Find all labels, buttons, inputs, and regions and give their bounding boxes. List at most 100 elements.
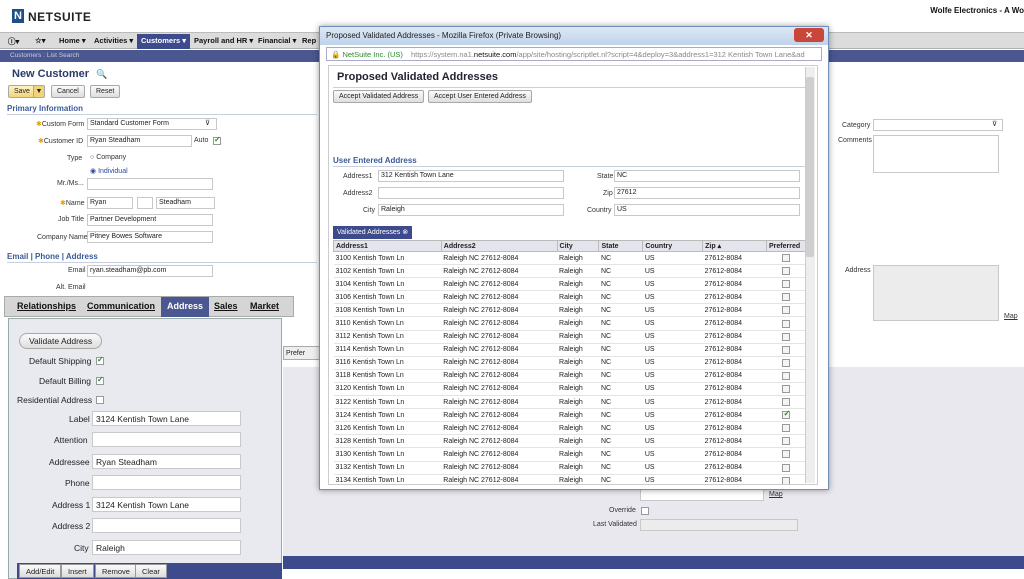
default-shipping-checkbox[interactable] (96, 355, 104, 365)
preferred-checkbox[interactable] (782, 306, 791, 315)
city-input[interactable]: Raleigh (92, 540, 241, 555)
favorites-star-icon[interactable]: ☆▾ (35, 36, 46, 45)
preferred-checkbox[interactable] (782, 398, 791, 407)
column-header[interactable]: Address2 (440, 240, 558, 252)
addressee-input[interactable]: Ryan Steadham (92, 454, 241, 469)
address2-input[interactable] (92, 518, 241, 533)
category-select[interactable] (873, 119, 1003, 131)
column-header[interactable]: Address1 (333, 240, 442, 252)
validated-addresses-tab[interactable]: Validated Addresses ⊗ (333, 226, 413, 239)
column-header[interactable]: City (556, 240, 600, 252)
column-header[interactable]: State (598, 240, 644, 252)
auto-checkbox[interactable] (213, 135, 221, 145)
search-icon[interactable]: 🔍 (96, 69, 107, 80)
cancel-button[interactable]: Cancel (51, 85, 85, 98)
label-input[interactable]: 3124 Kentish Town Lane (92, 411, 241, 426)
column-header[interactable]: Preferred (765, 240, 808, 252)
override-checkbox[interactable] (641, 507, 649, 515)
table-row[interactable]: 3110 Kentish Town Ln Raleigh NC 27612-808… (333, 316, 807, 331)
table-row[interactable]: 3102 Kentish Town Ln Raleigh NC 27612-808… (333, 264, 807, 279)
popup-address2-input[interactable] (378, 187, 564, 199)
url-bar[interactable]: 🔒 NetSuite Inc. (US) https://system.na1.… (326, 47, 822, 61)
table-row[interactable]: 3120 Kentish Town Ln Raleigh NC 27612-808… (333, 382, 807, 397)
table-row[interactable]: 3104 Kentish Town Ln Raleigh NC 27612-808… (333, 277, 807, 292)
accept-validated-button[interactable]: Accept Validated Address (333, 90, 425, 103)
table-row[interactable]: 3106 Kentish Town Ln Raleigh NC 27612-808… (333, 290, 807, 305)
nav-financial[interactable]: Financial ▾ (258, 36, 296, 45)
chevron-down-icon[interactable]: ⊽ (992, 120, 997, 128)
scrollbar-thumb[interactable] (806, 77, 814, 257)
table-row[interactable]: 3116 Kentish Town Ln Raleigh NC 27612-808… (333, 356, 807, 370)
insert-button[interactable]: Insert (61, 564, 94, 578)
nav-payroll-hr[interactable]: Payroll and HR ▾ (194, 36, 253, 45)
preferred-checkbox[interactable] (782, 384, 791, 393)
save-button[interactable]: Save (8, 85, 36, 98)
email-input[interactable]: ryan.steadham@pb.com (87, 265, 213, 277)
preferred-checkbox[interactable] (782, 371, 791, 380)
job-title-input[interactable]: Partner Development (87, 214, 213, 226)
tab-relationships[interactable]: Relationships (17, 301, 76, 311)
popup-state-input[interactable]: NC (614, 170, 800, 182)
preferred-checkbox[interactable] (782, 409, 791, 420)
preferred-checkbox[interactable] (782, 267, 791, 276)
close-icon[interactable]: ✕ (794, 28, 824, 42)
tab-communication[interactable]: Communication (87, 301, 155, 311)
popup-country-input[interactable]: US (614, 204, 800, 216)
column-header[interactable]: Zip ▴ (702, 240, 767, 252)
tab-marketing[interactable]: Market (250, 301, 279, 311)
popup-title-bar[interactable]: Proposed Validated Addresses - Mozilla F… (320, 27, 828, 45)
middle-name-input[interactable] (137, 197, 153, 209)
preferred-checkbox[interactable] (782, 437, 791, 446)
company-name-input[interactable]: Pitney Bowes Software (87, 231, 213, 243)
table-row[interactable]: 3108 Kentish Town Ln Raleigh NC 27612-808… (333, 303, 807, 318)
preferred-checkbox[interactable] (782, 476, 791, 484)
column-header[interactable]: Country (642, 240, 704, 252)
nav-reports[interactable]: Rep (302, 36, 316, 45)
validate-address-button[interactable]: Validate Address (19, 333, 103, 349)
table-row[interactable]: 3124 Kentish Town Ln Raleigh NC 27612-808… (333, 408, 807, 423)
address1-input[interactable]: 3124 Kentish Town Lane (92, 497, 241, 512)
remove-button[interactable]: Remove (95, 564, 137, 578)
reset-button[interactable]: Reset (90, 85, 121, 98)
popup-zip-input[interactable]: 27612 (614, 187, 800, 199)
phone-input[interactable] (92, 475, 241, 490)
popup-city-input[interactable]: Raleigh (378, 204, 564, 216)
table-row[interactable]: 3114 Kentish Town Ln Raleigh NC 27612-808… (333, 343, 807, 357)
background-map-link[interactable]: Map (769, 491, 783, 498)
preferred-checkbox[interactable] (782, 450, 791, 459)
tab-sales[interactable]: Sales (214, 301, 238, 311)
address-textarea[interactable] (873, 265, 999, 321)
nav-activities[interactable]: Activities ▾ (94, 36, 133, 45)
preferred-checkbox[interactable] (782, 345, 791, 354)
table-row[interactable]: 3128 Kentish Town Ln Raleigh NC 27612-808… (333, 434, 807, 449)
customer-id-input[interactable]: Ryan Steadham (87, 135, 192, 147)
residential-address-checkbox[interactable] (96, 396, 104, 404)
preferred-checkbox[interactable] (782, 463, 791, 472)
add-edit-button[interactable]: Add/Edit (19, 564, 62, 578)
preferred-checkbox[interactable] (782, 332, 791, 341)
nav-home[interactable]: Home ▾ (59, 36, 86, 45)
last-name-input[interactable]: Steadham (156, 197, 215, 209)
preferred-checkbox[interactable] (782, 280, 791, 289)
default-billing-checkbox[interactable] (96, 375, 104, 385)
preferred-checkbox[interactable] (782, 424, 791, 433)
map-link[interactable]: Map (1004, 313, 1018, 320)
table-row[interactable]: 3134 Kentish Town Ln Raleigh NC 27612-808… (333, 474, 807, 484)
table-row[interactable]: 3118 Kentish Town Ln Raleigh NC 27612-808… (333, 369, 807, 383)
table-row[interactable]: 3122 Kentish Town Ln Raleigh NC 27612-808… (333, 395, 807, 410)
table-row[interactable]: 3130 Kentish Town Ln Raleigh NC 27612-808… (333, 447, 807, 462)
tab-address[interactable]: Address (161, 297, 210, 317)
preferred-checkbox[interactable] (782, 254, 791, 263)
first-name-input[interactable]: Ryan (87, 197, 133, 209)
preferred-checkbox[interactable] (782, 293, 791, 302)
table-row[interactable]: 3132 Kentish Town Ln Raleigh NC 27612-808… (333, 461, 807, 475)
nav-customers[interactable]: Customers ▾ (137, 34, 191, 49)
save-dropdown-icon[interactable]: ▼ (33, 85, 45, 98)
accept-user-entered-button[interactable]: Accept User Entered Address (428, 90, 532, 103)
comments-textarea[interactable] (873, 135, 999, 173)
company-name[interactable]: Wolfe Electronics - A Wo (930, 6, 1024, 15)
preferred-checkbox[interactable] (782, 319, 791, 328)
type-company-radio[interactable]: ○ Company (90, 154, 126, 161)
preferred-subtab[interactable]: Prefer (283, 346, 321, 360)
clear-button[interactable]: Clear (135, 564, 167, 578)
